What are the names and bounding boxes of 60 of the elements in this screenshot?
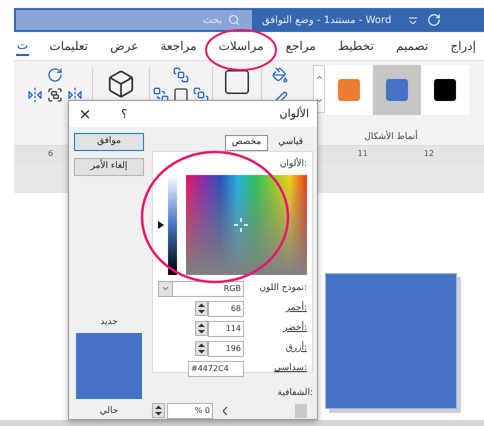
spin-button[interactable]: [195, 341, 208, 356]
ribbon-tab[interactable]: عرض: [108, 36, 140, 56]
ribbon-tab[interactable]: تخطيط: [336, 36, 376, 56]
colors-label: الألوان:: [280, 158, 307, 171]
bring-forward-icon[interactable]: [193, 87, 209, 103]
hex-input[interactable]: #4472C4: [188, 360, 244, 376]
scroll-up-icon[interactable]: [314, 73, 324, 82]
dialog-tab[interactable]: قياسي: [274, 135, 307, 151]
new-label: جديد: [100, 316, 118, 329]
color-model-label: نموذج اللون:: [259, 282, 307, 295]
bring-forward-icon[interactable]: [173, 67, 189, 83]
customize-icon[interactable]: [409, 16, 418, 24]
channel-label: أحمر:: [286, 302, 307, 315]
spin-button[interactable]: [152, 403, 165, 418]
flip-icon[interactable]: [27, 87, 43, 103]
transparency-input[interactable]: % 0: [167, 402, 213, 418]
scroll-down-icon[interactable]: [314, 96, 324, 105]
current-label: حالي: [100, 404, 118, 418]
ribbon-tab[interactable]: مراجع: [284, 36, 318, 56]
ribbon-tab[interactable]: تعليمات: [47, 36, 90, 56]
chevron-down-icon: [161, 284, 170, 293]
search-placeholder: بحث: [202, 14, 222, 28]
pointer-icon[interactable]: [158, 220, 164, 228]
search-icon: [228, 14, 240, 26]
ribbon-tab[interactable]: إدراج: [448, 36, 478, 56]
dialog-tab[interactable]: مخصص: [224, 135, 268, 151]
shape-outline-icon[interactable]: [222, 67, 252, 97]
ruler-number: 12: [424, 148, 434, 160]
ok-button[interactable]: موافق: [74, 133, 144, 151]
ribbon-tab[interactable]: مراجعة: [158, 36, 199, 56]
ribbon-tab[interactable]: تصميم: [394, 36, 430, 56]
channel-label: أخضر:: [283, 322, 307, 335]
ruler-number: 11: [358, 148, 368, 160]
spin-button[interactable]: [195, 321, 208, 336]
channel-input[interactable]: 196: [208, 340, 244, 356]
channel-label: أزرق:: [286, 342, 307, 355]
transparency-thumb[interactable]: [295, 404, 307, 418]
send-backward-icon[interactable]: [153, 87, 169, 103]
help-button[interactable]: ؟: [121, 105, 128, 123]
fill-icon[interactable]: [272, 67, 288, 83]
group-icon[interactable]: [47, 87, 63, 103]
dialog-title: الألوان: [280, 106, 309, 122]
luminance-bar[interactable]: [168, 174, 177, 274]
channel-input[interactable]: 114: [208, 320, 244, 336]
redo-icon[interactable]: [427, 13, 442, 27]
cancel-button[interactable]: إلغاء الأمر: [74, 158, 144, 176]
hex-label: سداسي:: [274, 362, 307, 375]
transparency-label: الشفافية:: [278, 387, 313, 400]
ruler-number: 6: [48, 148, 54, 160]
rotate-icon[interactable]: [47, 67, 63, 83]
window-title: مستند1 - وضع التوافق - Word: [262, 14, 392, 28]
channel-input[interactable]: 68: [208, 300, 244, 316]
ribbon-tab[interactable]: ت: [16, 36, 30, 56]
spin-button[interactable]: [195, 301, 208, 316]
color-model-value: RGB: [224, 282, 242, 294]
cube-icon[interactable]: [106, 69, 136, 99]
color-model-dropdown[interactable]: RGB: [158, 280, 244, 296]
close-button[interactable]: ×: [77, 106, 93, 122]
style-swatch[interactable]: [373, 65, 421, 115]
group-label: أنماط الأشكال: [364, 131, 418, 144]
